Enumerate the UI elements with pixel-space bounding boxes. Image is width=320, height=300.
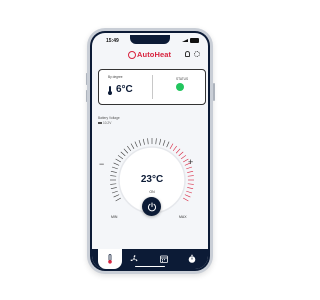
dial-tick (155, 138, 157, 145)
home-indicator (135, 265, 165, 267)
dial-tick (134, 141, 138, 148)
status-icons (182, 38, 199, 43)
status-bar: 15:49 (92, 33, 208, 46)
volume-button (85, 73, 87, 85)
battery-icon (190, 38, 199, 43)
power-state-label: ON (149, 190, 155, 194)
thermometer-icon (108, 254, 112, 264)
dial-tick (183, 197, 189, 202)
app-header: AutoHeat (92, 47, 208, 63)
signal-icon (182, 39, 188, 42)
logo-icon (128, 50, 136, 59)
summary-card: By degree 6°C STATUS (98, 69, 206, 105)
gear-icon[interactable] (194, 51, 200, 57)
dial-tick (175, 148, 181, 154)
power-button[interactable] (142, 197, 161, 216)
dial-tick (172, 145, 177, 152)
phone-frame: 15:49 AutoHeat By degree 6°C STATUS Batt… (85, 28, 215, 274)
dial-tick (147, 138, 149, 145)
dial-tick (115, 197, 121, 202)
min-label: MIN (111, 215, 118, 219)
increase-button[interactable]: + (188, 157, 193, 167)
dial-tick (142, 138, 145, 145)
calendar-icon (160, 255, 168, 263)
setpoint-temperature: 23°C (140, 174, 164, 185)
thermometer-icon (108, 86, 112, 95)
dial-tick (110, 170, 117, 173)
card-divider (152, 75, 153, 99)
dial-tick (187, 170, 194, 173)
dial-tick (178, 151, 184, 157)
dial-tick (169, 143, 174, 149)
app-name: AutoHeat (137, 50, 172, 59)
dial-tick (162, 139, 166, 146)
power-side-button (213, 83, 215, 101)
app-screen: 15:49 AutoHeat By degree 6°C STATUS Batt… (92, 33, 208, 269)
max-label: MAX (179, 215, 187, 219)
dial-tick (130, 143, 135, 149)
dial-tick (187, 187, 194, 190)
phone-bezel: 15:49 AutoHeat By degree 6°C STATUS Batt… (90, 31, 210, 271)
dial-tick (117, 155, 124, 160)
bottom-navigation (92, 249, 208, 269)
dial-tick (113, 194, 120, 198)
header-actions (185, 51, 200, 57)
current-temperature: 6°C (116, 84, 133, 95)
bell-icon[interactable] (185, 51, 190, 57)
nav-item-thermostat[interactable] (98, 249, 122, 269)
status-label: STATUS (176, 77, 189, 81)
timer-icon (188, 254, 196, 263)
dial-tick (111, 166, 118, 170)
app-logo: AutoHeat (128, 50, 171, 59)
dial-tick (180, 155, 187, 160)
fan-icon (130, 255, 138, 262)
dial-tick (110, 187, 117, 190)
dial-tick (120, 151, 126, 157)
volume-button (85, 90, 87, 102)
notch (130, 35, 170, 44)
dial-tick (113, 162, 120, 166)
dial-tick (166, 141, 170, 148)
dial-tick (115, 158, 121, 163)
dial-tick (184, 194, 191, 198)
dial-tick (127, 145, 132, 152)
decrease-button[interactable]: − (99, 159, 104, 169)
dial-tick (159, 138, 162, 145)
status-indicator (176, 83, 184, 91)
dial-tick (123, 148, 129, 154)
temp-label: By degree (108, 75, 123, 79)
status-time: 15:49 (106, 38, 119, 44)
dial-tick (138, 139, 142, 146)
nav-item-timer[interactable] (180, 249, 204, 269)
power-icon (147, 202, 156, 211)
dial-tick (186, 166, 193, 170)
